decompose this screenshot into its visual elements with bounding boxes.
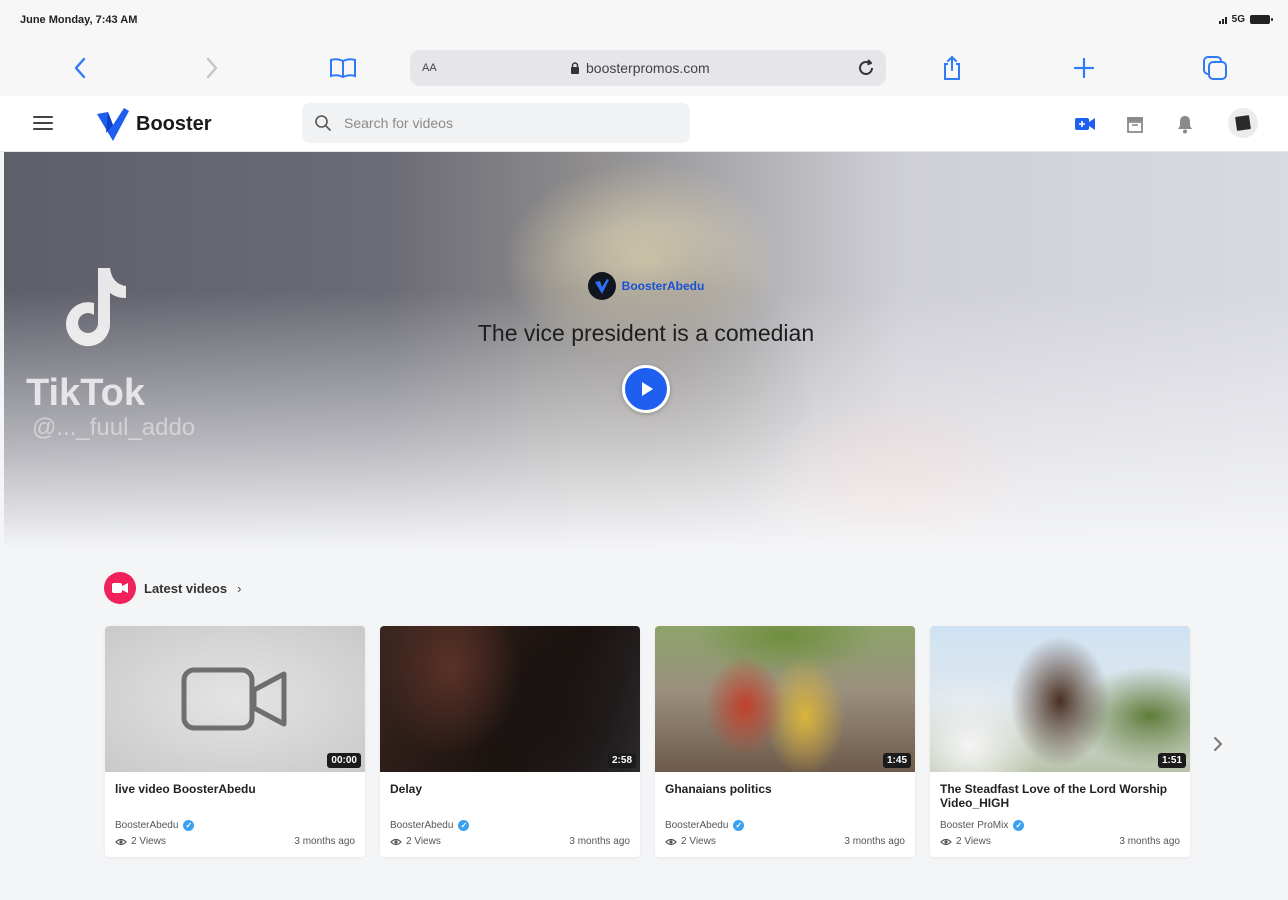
verified-badge-icon: ✓ bbox=[458, 820, 470, 831]
hero-channel-name[interactable]: BoosterAbedu bbox=[622, 279, 705, 293]
search-icon bbox=[314, 114, 332, 137]
video-card[interactable]: 2:58 Delay BoosterAbedu ✓ 2 Views 3 mont… bbox=[380, 626, 640, 857]
eye-icon bbox=[665, 838, 677, 845]
brand-logo[interactable]: Booster bbox=[94, 105, 212, 143]
video-thumbnail[interactable]: 1:45 bbox=[655, 626, 915, 772]
view-count: 2 Views bbox=[406, 836, 441, 847]
video-age: 3 months ago bbox=[844, 836, 905, 847]
battery-icon bbox=[1250, 15, 1273, 24]
carousel-next-icon[interactable] bbox=[1208, 730, 1228, 758]
section-title: Latest videos bbox=[144, 580, 228, 596]
video-duration: 1:45 bbox=[882, 753, 911, 768]
hero-title: The vice president is a comedian bbox=[477, 320, 815, 346]
video-views: 2 Views bbox=[115, 836, 166, 847]
video-age: 3 months ago bbox=[1119, 836, 1180, 847]
video-card[interactable]: 00:00 live video BoosterAbedu BoosterAbe… bbox=[105, 626, 365, 857]
video-title[interactable]: Ghanaians politics bbox=[665, 782, 905, 796]
video-camera-icon bbox=[104, 572, 136, 604]
tiktok-handle: @..._fuul_addo bbox=[32, 414, 196, 441]
eye-icon bbox=[115, 838, 127, 845]
video-thumbnail[interactable]: 00:00 bbox=[105, 626, 365, 772]
video-channel[interactable]: Booster ProMix ✓ bbox=[940, 820, 1025, 831]
video-duration: 2:58 bbox=[607, 753, 636, 768]
bookmarks-icon[interactable] bbox=[329, 54, 357, 82]
video-card-list: 00:00 live video BoosterAbedu BoosterAbe… bbox=[105, 626, 1190, 857]
network-type: 5G bbox=[1231, 14, 1245, 25]
video-channel-name: BoosterAbedu bbox=[665, 820, 729, 831]
video-duration: 1:51 bbox=[1157, 753, 1186, 768]
channel-avatar bbox=[587, 272, 616, 300]
share-icon[interactable] bbox=[938, 54, 966, 82]
url-text: boosterpromos.com bbox=[586, 60, 710, 76]
status-bar: June Monday, 7:43 AM 5G bbox=[0, 0, 1288, 42]
video-channel[interactable]: BoosterAbedu ✓ bbox=[115, 820, 195, 831]
lock-icon bbox=[571, 61, 579, 74]
video-channel-name: BoosterAbedu bbox=[390, 820, 454, 831]
upload-video-icon[interactable] bbox=[1074, 113, 1096, 135]
video-views: 2 Views bbox=[665, 836, 716, 847]
video-channel-name: BoosterAbedu bbox=[115, 820, 179, 831]
video-channel-name: Booster ProMix bbox=[940, 820, 1009, 831]
app-header: Booster bbox=[0, 96, 1288, 152]
video-views: 2 Views bbox=[940, 836, 991, 847]
latest-videos-header[interactable]: Latest videos › bbox=[104, 572, 241, 604]
eye-icon bbox=[940, 838, 952, 845]
forward-icon[interactable] bbox=[198, 54, 226, 82]
video-title[interactable]: live video BoosterAbedu bbox=[115, 782, 355, 796]
reload-icon[interactable] bbox=[852, 54, 880, 82]
view-count: 2 Views bbox=[131, 836, 166, 847]
search-input[interactable] bbox=[344, 113, 674, 133]
video-views: 2 Views bbox=[390, 836, 441, 847]
verified-badge-icon: ✓ bbox=[1013, 820, 1025, 831]
view-count: 2 Views bbox=[956, 836, 991, 847]
chevron-right-icon[interactable]: › bbox=[237, 581, 241, 596]
video-placeholder-icon bbox=[181, 667, 287, 731]
text-size-button[interactable]: AA bbox=[422, 62, 437, 74]
verified-badge-icon: ✓ bbox=[733, 820, 745, 831]
hero-banner[interactable]: TikTok @..._fuul_addo BoosterAbedu The v… bbox=[4, 152, 1288, 550]
video-age: 3 months ago bbox=[294, 836, 355, 847]
play-button[interactable] bbox=[622, 365, 670, 413]
address-bar[interactable]: AA boosterpromos.com bbox=[410, 50, 886, 86]
play-icon bbox=[642, 382, 653, 396]
view-count: 2 Views bbox=[681, 836, 716, 847]
tabs-icon[interactable] bbox=[1201, 54, 1229, 82]
eye-icon bbox=[390, 838, 402, 845]
video-card[interactable]: 1:45 Ghanaians politics BoosterAbedu ✓ 2… bbox=[655, 626, 915, 857]
new-tab-icon[interactable] bbox=[1070, 54, 1098, 82]
status-time: June Monday, 7:43 AM bbox=[20, 14, 138, 26]
search-box[interactable] bbox=[302, 103, 690, 143]
video-thumbnail[interactable]: 1:51 bbox=[930, 626, 1190, 772]
video-age: 3 months ago bbox=[569, 836, 630, 847]
booster-logo-icon bbox=[97, 108, 129, 141]
user-avatar[interactable] bbox=[1228, 108, 1258, 138]
browser-toolbar: AA boosterpromos.com bbox=[0, 42, 1288, 96]
video-thumbnail[interactable]: 2:58 bbox=[380, 626, 640, 772]
hero-channel[interactable]: BoosterAbedu bbox=[587, 272, 705, 300]
notification-bell-icon[interactable] bbox=[1174, 113, 1196, 135]
video-duration: 00:00 bbox=[327, 753, 361, 768]
verified-badge-icon: ✓ bbox=[183, 820, 195, 831]
cellular-signal-icon bbox=[1218, 16, 1227, 24]
back-icon[interactable] bbox=[66, 54, 94, 82]
video-title[interactable]: The Steadfast Love of the Lord Worship V… bbox=[940, 782, 1180, 810]
hero-content: BoosterAbedu The vice president is a com… bbox=[4, 272, 1288, 413]
brand-name: Booster bbox=[136, 112, 212, 135]
menu-icon[interactable] bbox=[33, 116, 53, 131]
video-card[interactable]: 1:51 The Steadfast Love of the Lord Wors… bbox=[930, 626, 1190, 857]
status-indicators: 5G bbox=[1218, 14, 1273, 25]
archive-icon[interactable] bbox=[1124, 113, 1146, 135]
video-channel[interactable]: BoosterAbedu ✓ bbox=[390, 820, 470, 831]
video-channel[interactable]: BoosterAbedu ✓ bbox=[665, 820, 745, 831]
video-title[interactable]: Delay bbox=[390, 782, 630, 796]
